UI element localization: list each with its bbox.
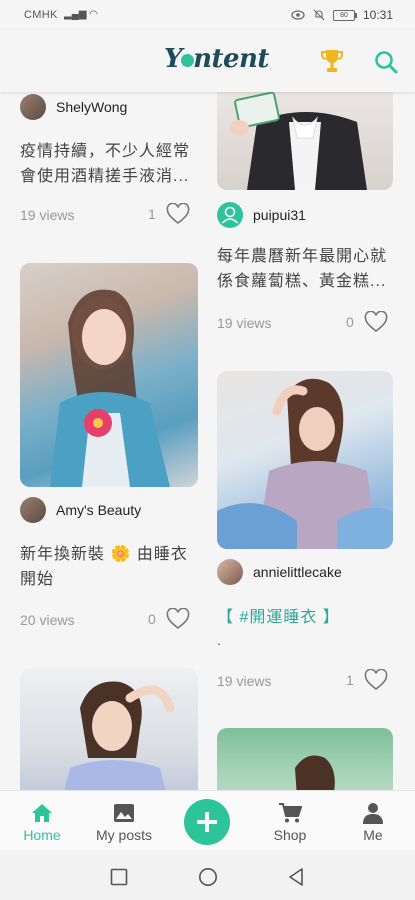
like-control[interactable]: 0 [148, 608, 190, 630]
home-icon [32, 804, 52, 822]
post-card[interactable]: puipui31 每年農曆新年最開心就係食蘿蔔糕、黃金糕... 19 views… [207, 92, 415, 352]
recent-apps-icon[interactable] [110, 868, 128, 886]
back-icon[interactable] [287, 867, 305, 887]
post-author[interactable]: ShelyWong [20, 94, 127, 120]
person-icon [363, 803, 383, 824]
heart-icon[interactable] [166, 203, 190, 225]
post-caption-extra: . [217, 632, 221, 648]
post-author[interactable]: Amy's Beauty [20, 497, 141, 523]
post-views: 19 views [217, 315, 272, 331]
post-card[interactable] [0, 667, 207, 790]
post-caption: 每年農曆新年最開心就係食蘿蔔糕、黃金糕... [217, 248, 388, 290]
heart-icon[interactable] [166, 608, 190, 630]
nav-me-label: Me [363, 827, 383, 843]
app-header: Yntent [0, 30, 415, 92]
system-nav-bar [0, 850, 415, 900]
avatar [217, 202, 243, 228]
post-caption[interactable]: 【 #開運睡衣 】 [217, 605, 397, 630]
post-author[interactable]: puipui31 [217, 202, 306, 228]
trophy-icon[interactable] [320, 48, 344, 74]
clock: 10:31 [362, 8, 393, 22]
status-bar: CMHK ▂▄▆ ◠ 80 10:31 [0, 0, 415, 30]
nav-me[interactable]: Me [333, 801, 413, 843]
post-photo[interactable] [217, 371, 393, 549]
nav-my-posts-label: My posts [95, 827, 152, 843]
carrier-label: CMHK [24, 9, 58, 21]
like-control[interactable]: 0 [346, 311, 388, 333]
photo-illustration [217, 378, 393, 549]
post-caption: 疫情持續，不少人經常會使用酒精搓手液消... [20, 143, 191, 185]
like-count: 0 [148, 611, 156, 627]
like-control[interactable]: 1 [346, 669, 388, 691]
nav-home-label: Home [23, 827, 61, 843]
post-photo[interactable] [217, 728, 393, 790]
post-author[interactable]: annielittlecake [217, 559, 342, 585]
post-card[interactable]: Amy's Beauty 新年換新裝 🌼 由睡衣開始 20 views 0 [0, 262, 207, 642]
avatar [20, 497, 46, 523]
cart-icon [279, 803, 302, 823]
post-views: 19 views [20, 207, 75, 223]
author-name: Amy's Beauty [56, 502, 142, 518]
search-icon[interactable] [373, 49, 399, 75]
signal-icon: ▂▄▆ ◠ [64, 9, 98, 20]
nav-shop[interactable]: Shop [250, 801, 330, 843]
like-count: 0 [346, 314, 354, 330]
post-card[interactable]: ShelyWong 疫情持續，不少人經常會使用酒精搓手液消... 19 view… [0, 92, 207, 242]
like-count: 1 [346, 672, 354, 688]
photo-illustration [229, 92, 367, 190]
home-circle-icon[interactable] [198, 867, 218, 887]
photo-illustration [50, 289, 170, 487]
image-icon [114, 804, 134, 822]
plus-icon [197, 812, 217, 832]
post-feed[interactable]: ShelyWong 疫情持續，不少人經常會使用酒精搓手液消... 19 view… [0, 92, 415, 790]
post-photo[interactable] [217, 92, 393, 190]
post-views: 20 views [20, 612, 75, 628]
mute-icon [313, 9, 325, 21]
photo-illustration [64, 681, 175, 790]
nav-home[interactable]: Home [2, 801, 82, 843]
default-user-icon [221, 206, 239, 224]
heart-icon[interactable] [364, 669, 388, 691]
nav-my-posts[interactable]: My posts [84, 801, 164, 843]
author-name: ShelyWong [56, 99, 128, 115]
author-name: annielittlecake [253, 564, 342, 580]
post-views: 19 views [217, 673, 272, 689]
like-count: 1 [148, 206, 156, 222]
like-control[interactable]: 1 [148, 203, 190, 225]
eye-icon [291, 10, 305, 20]
avatar [217, 559, 243, 585]
photo-illustration [295, 755, 335, 790]
create-post-button[interactable] [184, 799, 230, 845]
battery-icon: 80 [332, 9, 357, 21]
app-logo: Yntent [164, 44, 269, 74]
author-name: puipui31 [253, 207, 306, 223]
heart-icon[interactable] [364, 311, 388, 333]
post-card[interactable]: annielittlecake 【 #開運睡衣 】 . 19 views 1 [207, 370, 415, 691]
post-photo[interactable] [20, 263, 198, 487]
avatar [20, 94, 46, 120]
post-card[interactable] [207, 728, 415, 790]
post-photo[interactable] [20, 668, 198, 790]
bottom-nav: Home My posts Shop Me [0, 790, 415, 851]
status-right: 80 10:31 [291, 8, 393, 22]
post-caption: 新年換新裝 🌼 由睡衣開始 [20, 546, 188, 588]
nav-shop-label: Shop [273, 827, 307, 843]
